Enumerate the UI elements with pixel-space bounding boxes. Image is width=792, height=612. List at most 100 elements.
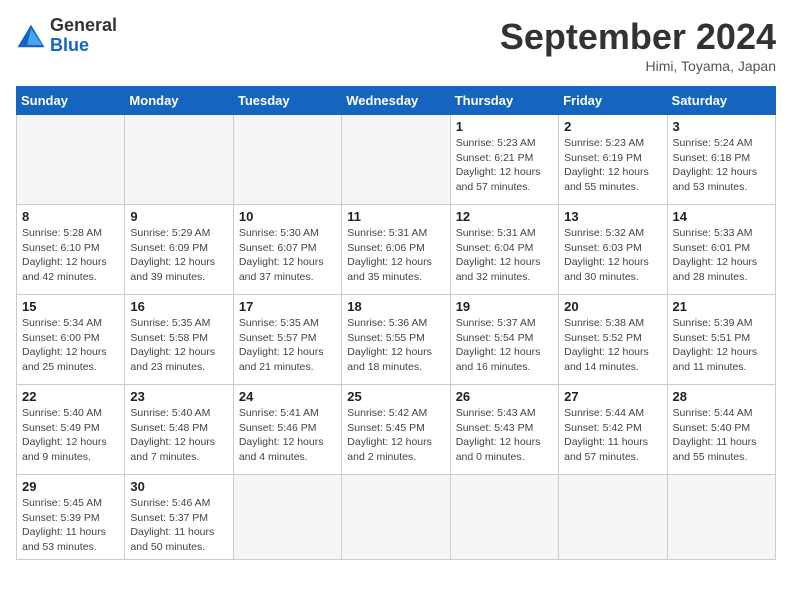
day-number: 27 <box>564 389 661 404</box>
day-detail: Sunrise: 5:28 AM Sunset: 6:10 PM Dayligh… <box>22 226 119 285</box>
day-header-sunday: Sunday <box>17 87 125 115</box>
empty-cell <box>233 475 341 560</box>
day-cell-21: 21 Sunrise: 5:39 AM Sunset: 5:51 PM Dayli… <box>667 295 775 385</box>
day-detail: Sunrise: 5:45 AM Sunset: 5:39 PM Dayligh… <box>22 496 119 555</box>
empty-cell <box>559 475 667 560</box>
day-detail: Sunrise: 5:23 AM Sunset: 6:19 PM Dayligh… <box>564 136 661 195</box>
day-number: 23 <box>130 389 227 404</box>
day-detail: Sunrise: 5:46 AM Sunset: 5:37 PM Dayligh… <box>130 496 227 555</box>
day-number: 21 <box>673 299 770 314</box>
empty-cell <box>125 115 233 205</box>
day-number: 9 <box>130 209 227 224</box>
day-header-monday: Monday <box>125 87 233 115</box>
title-block: September 2024 Himi, Toyama, Japan <box>500 16 776 74</box>
empty-cell <box>342 115 450 205</box>
day-number: 10 <box>239 209 336 224</box>
empty-cell <box>17 115 125 205</box>
day-cell-11: 11 Sunrise: 5:31 AM Sunset: 6:06 PM Dayli… <box>342 205 450 295</box>
day-number: 15 <box>22 299 119 314</box>
day-detail: Sunrise: 5:34 AM Sunset: 6:00 PM Dayligh… <box>22 316 119 375</box>
week-row-2: 8 Sunrise: 5:28 AM Sunset: 6:10 PM Daylig… <box>17 205 776 295</box>
day-cell-18: 18 Sunrise: 5:36 AM Sunset: 5:55 PM Dayli… <box>342 295 450 385</box>
day-cell-14: 14 Sunrise: 5:33 AM Sunset: 6:01 PM Dayli… <box>667 205 775 295</box>
week-row-5: 29 Sunrise: 5:45 AM Sunset: 5:39 PM Dayli… <box>17 475 776 560</box>
day-cell-9: 9 Sunrise: 5:29 AM Sunset: 6:09 PM Daylig… <box>125 205 233 295</box>
calendar-table: SundayMondayTuesdayWednesdayThursdayFrid… <box>16 86 776 560</box>
day-number: 20 <box>564 299 661 314</box>
day-detail: Sunrise: 5:30 AM Sunset: 6:07 PM Dayligh… <box>239 226 336 285</box>
week-row-4: 22 Sunrise: 5:40 AM Sunset: 5:49 PM Dayli… <box>17 385 776 475</box>
day-cell-24: 24Sunrise: 5:41 AM Sunset: 5:46 PM Dayli… <box>233 385 341 475</box>
day-cell-8: 8 Sunrise: 5:28 AM Sunset: 6:10 PM Daylig… <box>17 205 125 295</box>
day-detail: Sunrise: 5:43 AM Sunset: 5:43 PM Dayligh… <box>456 406 553 465</box>
day-detail: Sunrise: 5:36 AM Sunset: 5:55 PM Dayligh… <box>347 316 444 375</box>
day-number: 29 <box>22 479 119 494</box>
day-detail: Sunrise: 5:40 AM Sunset: 5:48 PM Dayligh… <box>130 406 227 465</box>
day-number: 14 <box>673 209 770 224</box>
day-cell-1: 1Sunrise: 5:23 AM Sunset: 6:21 PM Daylig… <box>450 115 558 205</box>
day-number: 1 <box>456 119 553 134</box>
day-cell-3: 3 Sunrise: 5:24 AM Sunset: 6:18 PM Daylig… <box>667 115 775 205</box>
day-detail: Sunrise: 5:37 AM Sunset: 5:54 PM Dayligh… <box>456 316 553 375</box>
day-cell-26: 26Sunrise: 5:43 AM Sunset: 5:43 PM Dayli… <box>450 385 558 475</box>
day-cell-15: 15 Sunrise: 5:34 AM Sunset: 6:00 PM Dayli… <box>17 295 125 385</box>
day-detail: Sunrise: 5:31 AM Sunset: 6:06 PM Dayligh… <box>347 226 444 285</box>
day-cell-30: 30 Sunrise: 5:46 AM Sunset: 5:37 PM Dayli… <box>125 475 233 560</box>
day-header-friday: Friday <box>559 87 667 115</box>
day-cell-28: 28Sunrise: 5:44 AM Sunset: 5:40 PM Dayli… <box>667 385 775 475</box>
day-number: 18 <box>347 299 444 314</box>
day-number: 11 <box>347 209 444 224</box>
day-cell-29: 29 Sunrise: 5:45 AM Sunset: 5:39 PM Dayli… <box>17 475 125 560</box>
day-detail: Sunrise: 5:35 AM Sunset: 5:57 PM Dayligh… <box>239 316 336 375</box>
day-cell-22: 22 Sunrise: 5:40 AM Sunset: 5:49 PM Dayli… <box>17 385 125 475</box>
day-header-tuesday: Tuesday <box>233 87 341 115</box>
day-cell-2: 2 Sunrise: 5:23 AM Sunset: 6:19 PM Daylig… <box>559 115 667 205</box>
day-number: 12 <box>456 209 553 224</box>
day-cell-17: 17Sunrise: 5:35 AM Sunset: 5:57 PM Dayli… <box>233 295 341 385</box>
day-cell-27: 27 Sunrise: 5:44 AM Sunset: 5:42 PM Dayli… <box>559 385 667 475</box>
logo-blue-text: Blue <box>50 36 117 56</box>
empty-cell <box>342 475 450 560</box>
day-header-thursday: Thursday <box>450 87 558 115</box>
day-number: 16 <box>130 299 227 314</box>
logo-text: General Blue <box>50 16 117 56</box>
day-number: 2 <box>564 119 661 134</box>
day-cell-20: 20 Sunrise: 5:38 AM Sunset: 5:52 PM Dayli… <box>559 295 667 385</box>
week-row-3: 15 Sunrise: 5:34 AM Sunset: 6:00 PM Dayli… <box>17 295 776 385</box>
day-detail: Sunrise: 5:38 AM Sunset: 5:52 PM Dayligh… <box>564 316 661 375</box>
day-detail: Sunrise: 5:40 AM Sunset: 5:49 PM Dayligh… <box>22 406 119 465</box>
day-cell-16: 16Sunrise: 5:35 AM Sunset: 5:58 PM Dayli… <box>125 295 233 385</box>
day-detail: Sunrise: 5:29 AM Sunset: 6:09 PM Dayligh… <box>130 226 227 285</box>
day-detail: Sunrise: 5:24 AM Sunset: 6:18 PM Dayligh… <box>673 136 770 195</box>
month-title: September 2024 <box>500 16 776 58</box>
day-number: 30 <box>130 479 227 494</box>
logo-general-text: General <box>50 16 117 36</box>
day-number: 8 <box>22 209 119 224</box>
day-header-wednesday: Wednesday <box>342 87 450 115</box>
calendar-header-row: SundayMondayTuesdayWednesdayThursdayFrid… <box>17 87 776 115</box>
week-row-1: 1Sunrise: 5:23 AM Sunset: 6:21 PM Daylig… <box>17 115 776 205</box>
page-header: General Blue September 2024 Himi, Toyama… <box>16 16 776 74</box>
day-cell-23: 23 Sunrise: 5:40 AM Sunset: 5:48 PM Dayli… <box>125 385 233 475</box>
day-number: 24 <box>239 389 336 404</box>
empty-cell <box>450 475 558 560</box>
day-cell-25: 25 Sunrise: 5:42 AM Sunset: 5:45 PM Dayli… <box>342 385 450 475</box>
empty-cell <box>233 115 341 205</box>
day-detail: Sunrise: 5:32 AM Sunset: 6:03 PM Dayligh… <box>564 226 661 285</box>
day-detail: Sunrise: 5:44 AM Sunset: 5:40 PM Dayligh… <box>673 406 770 465</box>
day-number: 3 <box>673 119 770 134</box>
logo: General Blue <box>16 16 117 56</box>
location-text: Himi, Toyama, Japan <box>500 58 776 74</box>
day-number: 25 <box>347 389 444 404</box>
empty-cell <box>667 475 775 560</box>
day-cell-12: 12 Sunrise: 5:31 AM Sunset: 6:04 PM Dayli… <box>450 205 558 295</box>
day-detail: Sunrise: 5:31 AM Sunset: 6:04 PM Dayligh… <box>456 226 553 285</box>
day-detail: Sunrise: 5:33 AM Sunset: 6:01 PM Dayligh… <box>673 226 770 285</box>
logo-icon <box>16 21 46 51</box>
day-cell-10: 10 Sunrise: 5:30 AM Sunset: 6:07 PM Dayli… <box>233 205 341 295</box>
day-detail: Sunrise: 5:39 AM Sunset: 5:51 PM Dayligh… <box>673 316 770 375</box>
day-detail: Sunrise: 5:44 AM Sunset: 5:42 PM Dayligh… <box>564 406 661 465</box>
day-number: 13 <box>564 209 661 224</box>
day-number: 22 <box>22 389 119 404</box>
day-detail: Sunrise: 5:42 AM Sunset: 5:45 PM Dayligh… <box>347 406 444 465</box>
